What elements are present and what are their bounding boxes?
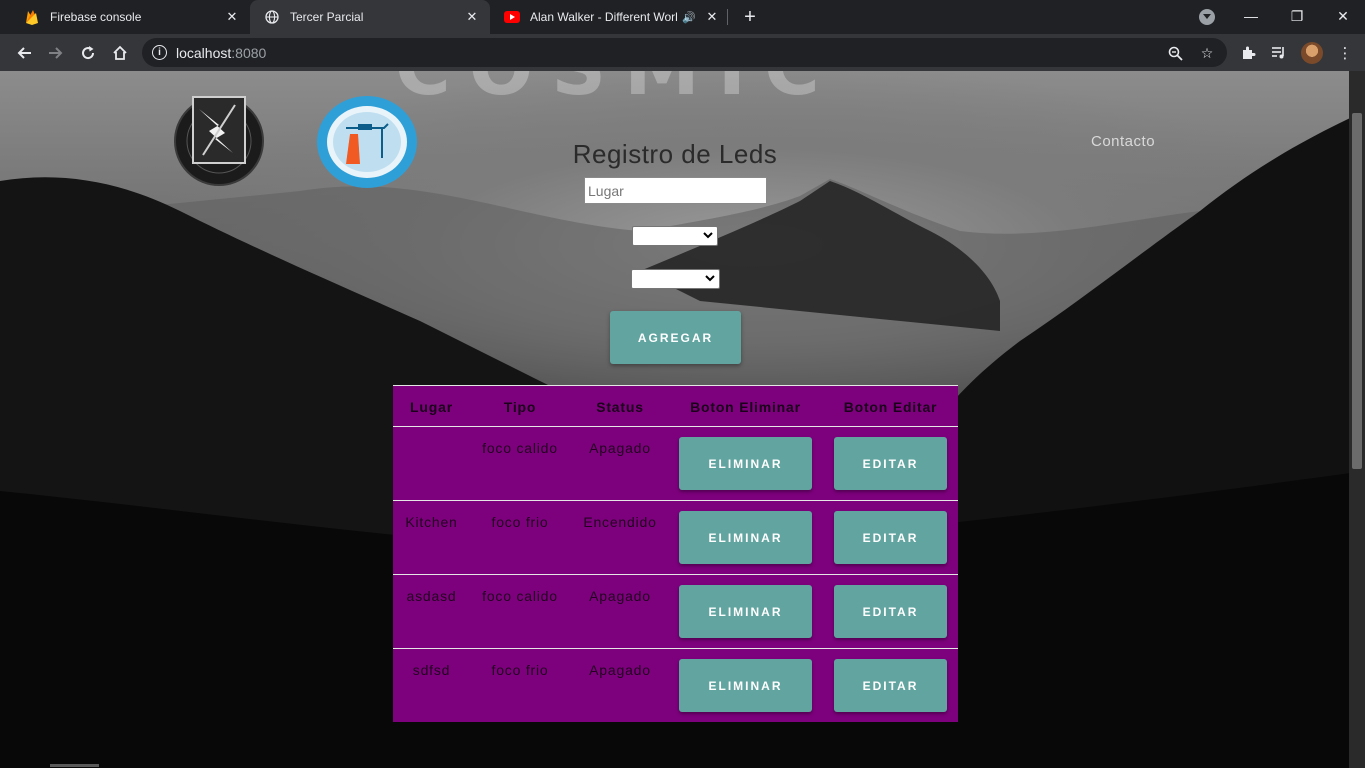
home-icon[interactable] (107, 40, 133, 66)
background-watermark-text: COSMIC (395, 71, 838, 112)
menu-kebab-icon[interactable]: ⋮ (1335, 43, 1355, 63)
eliminar-button[interactable]: ELIMINAR (679, 585, 812, 638)
reload-icon[interactable] (75, 40, 101, 66)
cell-tipo: foco calido (482, 588, 558, 604)
chevron-down-icon (703, 230, 713, 243)
header-lugar: Lugar (410, 399, 453, 415)
zoom-icon[interactable] (1166, 44, 1184, 62)
page-scrollbar[interactable] (1349, 71, 1365, 768)
editar-button[interactable]: EDITAR (834, 437, 947, 490)
bookmark-star-icon[interactable]: ☆ (1198, 44, 1216, 62)
tab-tercer-parcial[interactable]: Tercer Parcial ✕ (250, 0, 490, 34)
table-header: Lugar Tipo Status Boton Eliminar Boton E… (393, 385, 958, 427)
cell-lugar: sdfsd (412, 662, 451, 678)
close-icon[interactable]: ✕ (464, 9, 480, 25)
scrollbar-thumb[interactable] (1352, 113, 1362, 469)
cell-tipo: foco frio (491, 514, 549, 530)
editar-button[interactable]: EDITAR (834, 585, 947, 638)
header-tipo: Tipo (503, 399, 537, 415)
globe-icon (264, 9, 280, 25)
back-icon[interactable] (11, 40, 37, 66)
agregar-button[interactable]: AGREGAR (610, 311, 741, 364)
close-icon[interactable]: ✕ (224, 9, 240, 25)
chevron-down-icon (705, 273, 715, 286)
profile-avatar[interactable] (1301, 42, 1323, 64)
lugar-input[interactable] (584, 177, 767, 204)
leds-table: Lugar Tipo Status Boton Eliminar Boton E… (393, 385, 958, 722)
extensions-icon[interactable] (1238, 43, 1258, 63)
media-control-icon[interactable] (1269, 43, 1289, 63)
eliminar-button[interactable]: ELIMINAR (679, 511, 812, 564)
horizontal-scroll-indicator (50, 764, 99, 767)
header-boton-eliminar: Boton Eliminar (690, 399, 801, 415)
tab-strip: Firebase console ✕ Tercer Parcial ✕ Alan… (0, 0, 1365, 34)
new-tab-button[interactable]: + (738, 5, 762, 29)
editar-button[interactable]: EDITAR (834, 659, 947, 712)
table-row: foco calido Apagado ELIMINAR EDITAR (393, 427, 958, 501)
tab-firebase[interactable]: Firebase console ✕ (10, 0, 250, 34)
cell-tipo: foco calido (482, 440, 558, 456)
tab-title: Alan Walker - Different World (530, 10, 679, 24)
table-row: Kitchen foco frio Encendido ELIMINAR EDI… (393, 501, 958, 575)
address-bar[interactable]: i localhost:8080 ☆ (142, 38, 1227, 67)
window-close-icon[interactable]: ✕ (1320, 0, 1365, 32)
tab-title: Tercer Parcial (290, 10, 364, 24)
tab-youtube[interactable]: Alan Walker - Different World 🔊 ✕ (490, 0, 730, 34)
youtube-icon (504, 9, 520, 25)
tab-separator (727, 9, 728, 25)
header-status: Status (596, 399, 644, 415)
cell-tipo: foco frio (491, 662, 549, 678)
cell-status: Apagado (589, 662, 651, 678)
cell-lugar: Kitchen (405, 514, 458, 530)
editar-button[interactable]: EDITAR (834, 511, 947, 564)
minimize-icon[interactable]: — (1228, 0, 1274, 32)
form-title: Registro de Leds (572, 139, 778, 169)
tab-search-icon[interactable] (1199, 9, 1215, 25)
cell-status: Apagado (589, 588, 651, 604)
table-row: asdasd foco calido Apagado ELIMINAR EDIT… (393, 575, 958, 649)
page-viewport: COSMIC Contacto Registro de Leds (0, 71, 1365, 768)
browser-toolbar: i localhost:8080 ☆ ⋮ (0, 34, 1365, 71)
cell-lugar: asdasd (406, 588, 457, 604)
tab-title: Firebase console (50, 10, 142, 24)
url-text: localhost:8080 (176, 45, 267, 61)
status-select[interactable] (631, 269, 720, 289)
cell-status: Encendido (583, 514, 657, 530)
header-boton-editar: Boton Editar (843, 399, 938, 415)
firebase-icon (24, 9, 40, 25)
tipo-select[interactable] (632, 226, 718, 246)
eliminar-button[interactable]: ELIMINAR (679, 437, 812, 490)
cell-status: Apagado (589, 440, 651, 456)
restore-icon[interactable]: ❐ (1274, 0, 1320, 32)
forward-icon[interactable] (43, 40, 69, 66)
speaker-icon[interactable]: 🔊 (682, 11, 696, 24)
eliminar-button[interactable]: ELIMINAR (679, 659, 812, 712)
site-info-icon[interactable]: i (152, 45, 167, 60)
table-row: sdfsd foco frio Apagado ELIMINAR EDITAR (393, 649, 958, 723)
close-icon[interactable]: ✕ (704, 9, 720, 25)
